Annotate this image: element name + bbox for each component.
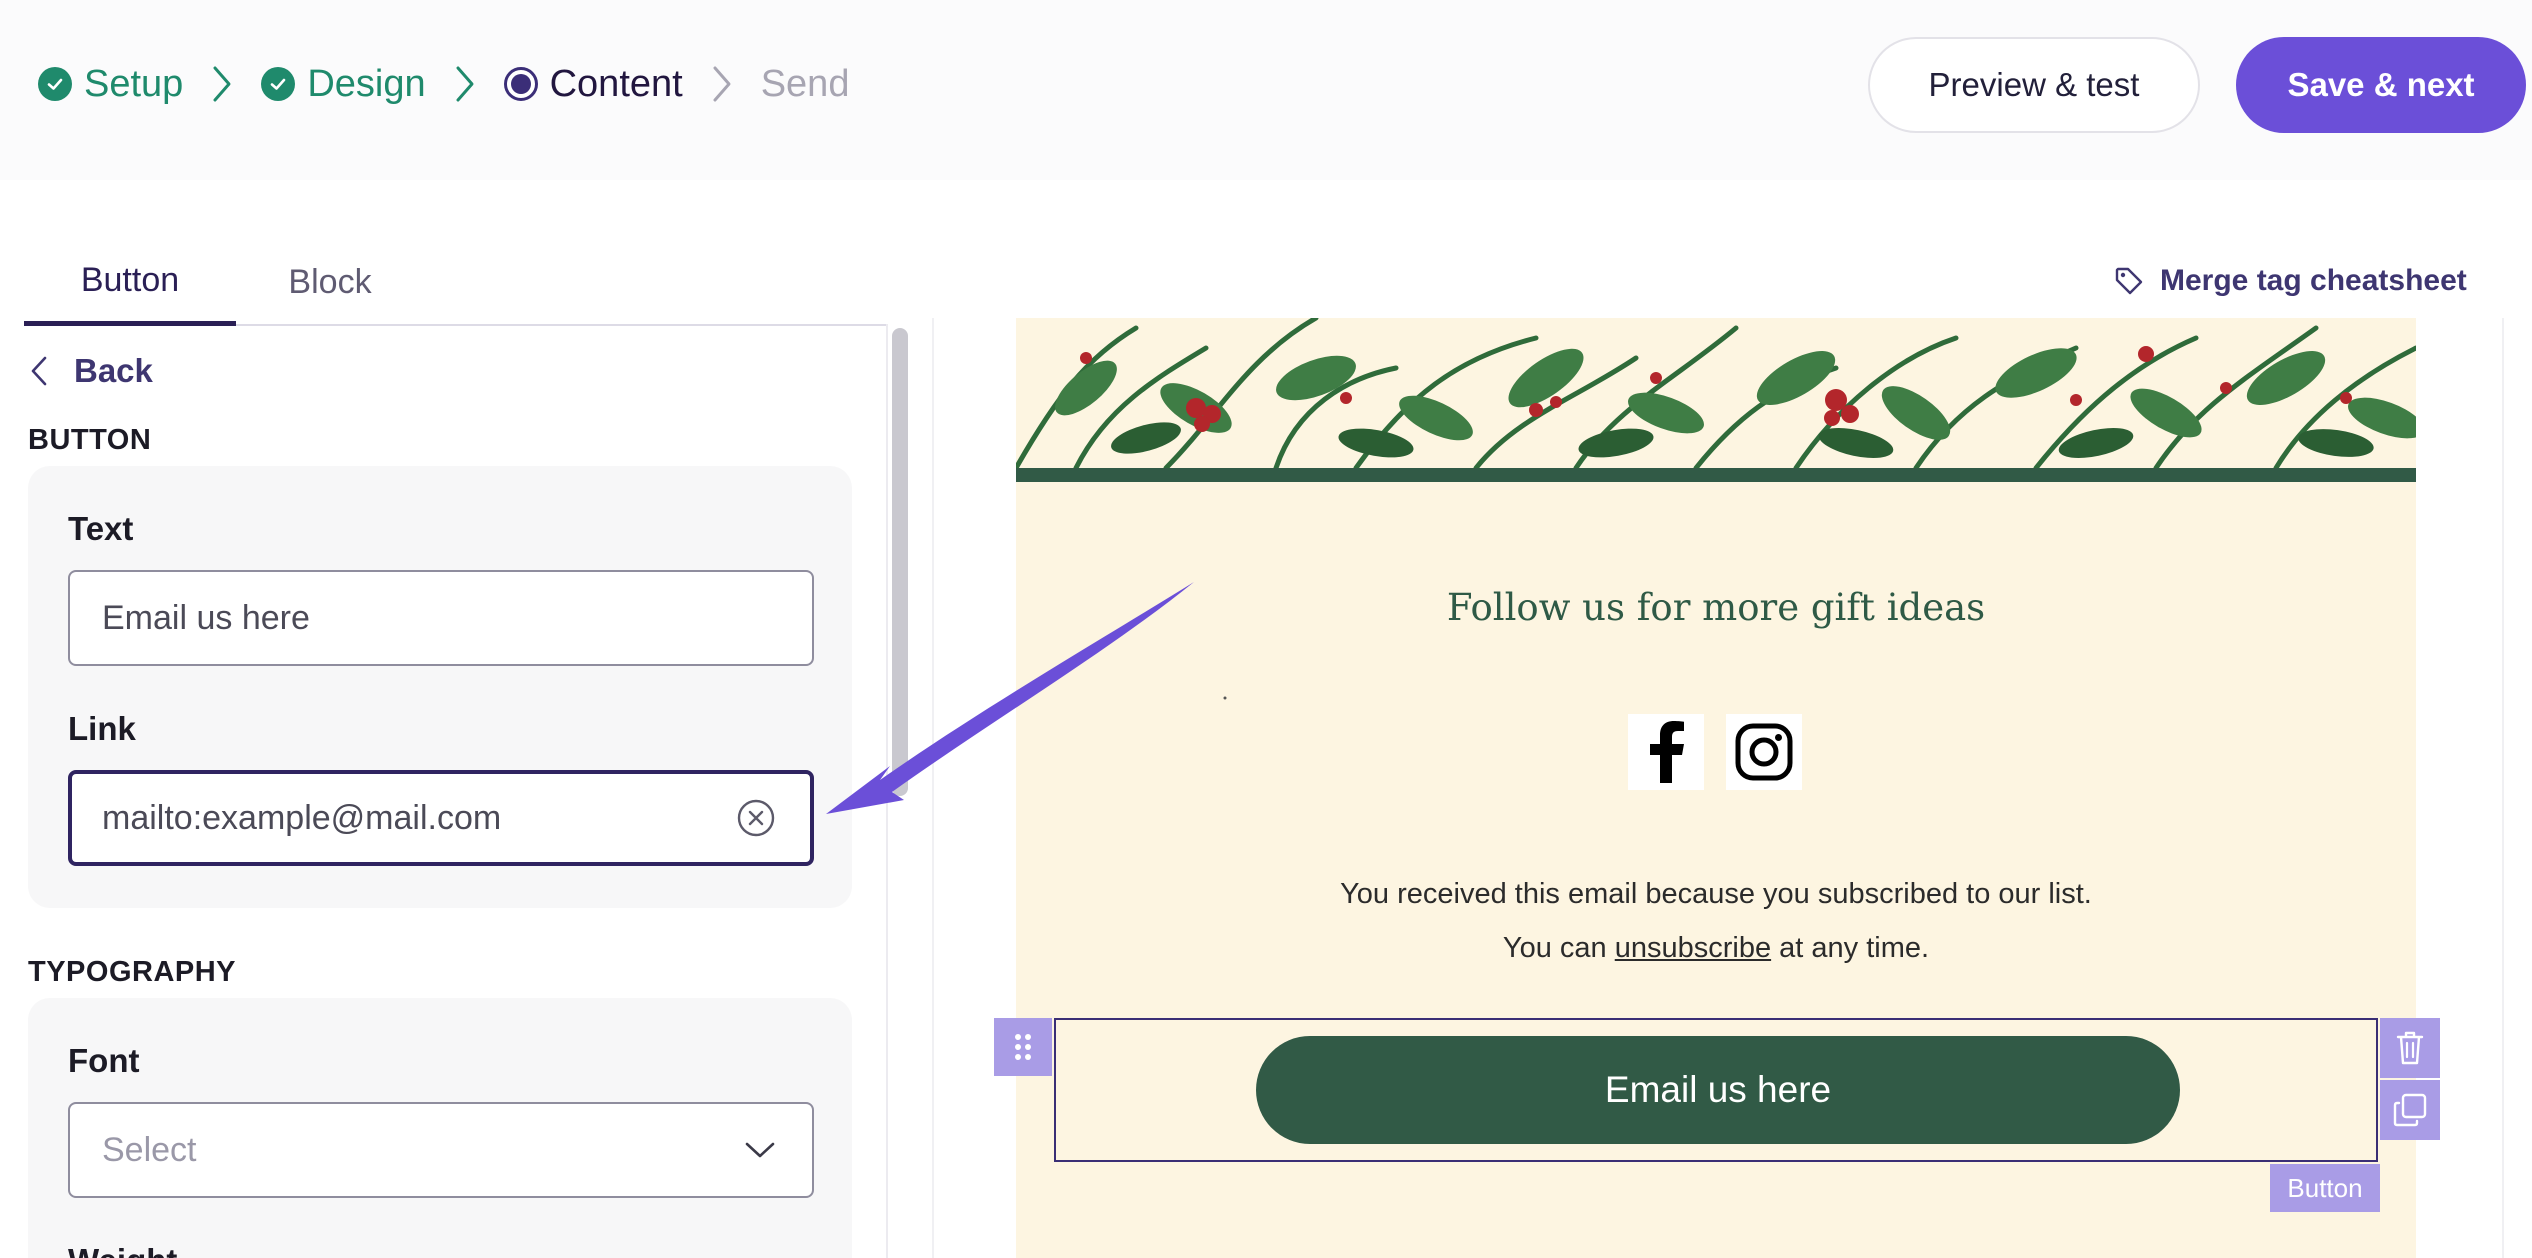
chevron-right-icon (711, 64, 733, 104)
chevron-down-icon (745, 1142, 775, 1158)
check-icon (38, 67, 72, 101)
holly-banner-image (1016, 318, 2416, 468)
font-select-placeholder: Select (102, 1130, 197, 1169)
editor-tabs: Button Block (24, 240, 890, 326)
trash-icon[interactable] (2380, 1018, 2440, 1078)
step-design[interactable]: Design (261, 62, 426, 106)
step-label: Send (760, 62, 850, 105)
step-label: Content (549, 62, 683, 105)
unsubscribe-link[interactable]: unsubscribe (1615, 932, 1771, 964)
step-label: Design (307, 62, 426, 105)
check-icon (261, 67, 296, 101)
panel-scrollbar-thumb[interactable] (892, 328, 908, 796)
back-label: Back (74, 352, 153, 389)
button-section-title: BUTTON (28, 424, 152, 456)
merge-tag-cheatsheet-link[interactable]: Merge tag cheatsheet (2114, 258, 2467, 304)
button-settings-card: Text Email us here Link mailto:example@m… (28, 466, 852, 908)
email-button[interactable]: Email us here (1256, 1036, 2180, 1144)
drag-handle-icon[interactable] (994, 1018, 1052, 1076)
settings-panel: Back BUTTON Text Email us here Link mail… (0, 324, 886, 1258)
block-type-tag: Button (2270, 1164, 2380, 1212)
follow-heading: Follow us for more gift ideas (1446, 586, 1986, 629)
chevron-right-icon (454, 64, 476, 104)
step-send[interactable]: Send (761, 63, 850, 106)
subscription-notice: You received this email because you subs… (1340, 878, 2092, 910)
step-label: Setup (84, 62, 184, 105)
back-button[interactable]: Back (30, 352, 153, 390)
button-text-input[interactable]: Email us here (68, 570, 814, 666)
save-next-button[interactable]: Save & next (2236, 37, 2526, 133)
text-field-label: Text (68, 510, 134, 547)
button-text-value: Email us here (102, 598, 310, 637)
button-link-value: mailto:example@mail.com (102, 798, 502, 837)
typography-section-title: TYPOGRAPHY (28, 956, 237, 988)
merge-tag-label: Merge tag cheatsheet (2160, 264, 2467, 297)
clear-icon[interactable] (736, 798, 776, 838)
chevron-left-icon (31, 356, 47, 386)
link-field-label: Link (68, 710, 136, 747)
tag-icon (2115, 267, 2143, 295)
button-link-input[interactable]: mailto:example@mail.com (68, 770, 814, 866)
font-field-label: Font (68, 1042, 140, 1079)
current-step-icon (503, 67, 538, 101)
facebook-icon[interactable] (1628, 714, 1704, 790)
unsubscribe-suffix: at any time. (1771, 932, 1930, 964)
typography-settings-card: Font Select Weight (28, 998, 852, 1258)
step-content[interactable]: Content (503, 62, 683, 106)
top-bar: Setup Design Content Send Preview & test… (0, 0, 2532, 180)
tab-button[interactable]: Button (24, 240, 236, 326)
preview-test-button[interactable]: Preview & test (1868, 37, 2200, 133)
weight-field-label: Weight (68, 1242, 177, 1258)
banner-divider (1016, 468, 2416, 482)
tab-block[interactable]: Block (250, 240, 410, 324)
unsubscribe-notice: You can unsubscribe at any time. (1016, 932, 2416, 965)
unsubscribe-prefix: You can (1502, 932, 1615, 964)
instagram-icon[interactable] (1726, 714, 1802, 790)
chevron-right-icon (211, 64, 233, 104)
duplicate-icon[interactable] (2380, 1080, 2440, 1140)
step-setup[interactable]: Setup (38, 63, 183, 106)
font-select[interactable]: Select (68, 1102, 814, 1198)
stepper: Setup Design Content Send (38, 54, 849, 114)
